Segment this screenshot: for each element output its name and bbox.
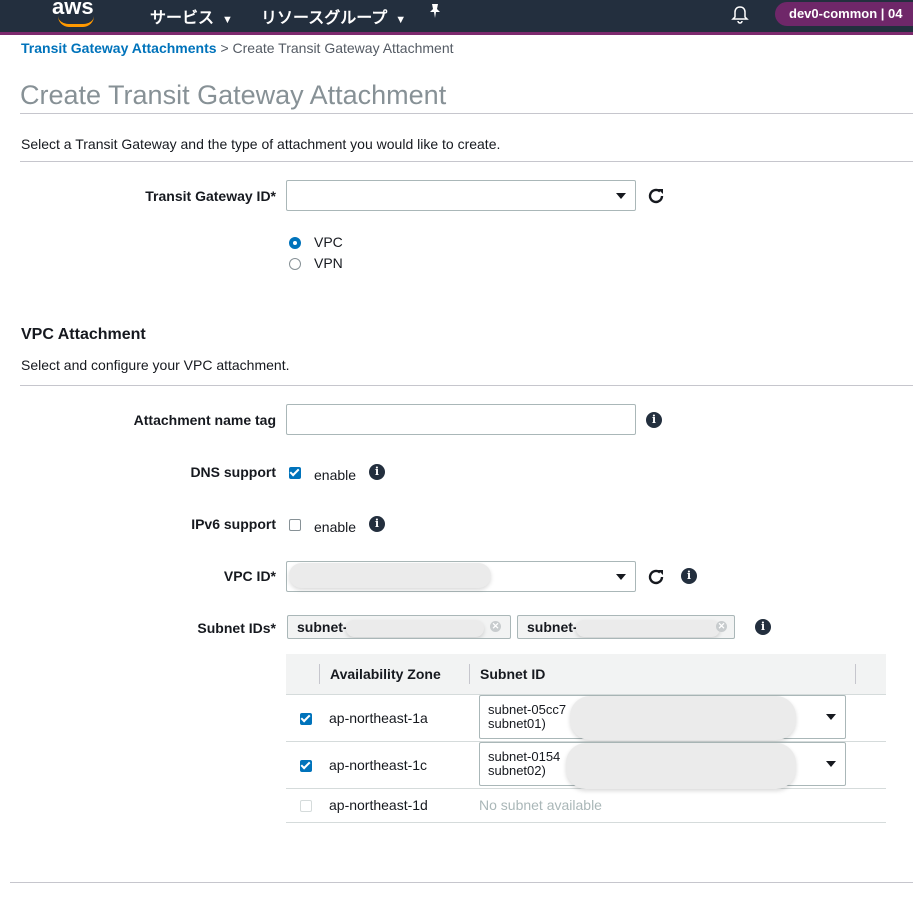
row-checkbox[interactable] <box>300 760 312 772</box>
availability-zone: ap-northeast-1a <box>329 710 428 726</box>
subnet-ids-label: Subnet IDs* <box>197 620 276 636</box>
ipv6-support-label: IPv6 support <box>191 516 276 532</box>
caret-down-icon <box>616 192 626 199</box>
caret-down-icon <box>826 714 836 720</box>
subnet-id-select[interactable]: subnet-0154 subnet02) <box>479 742 846 789</box>
attachment-type-vpc-radio[interactable] <box>289 237 301 249</box>
subnet-id-name: subnet02) <box>488 763 546 778</box>
column-header-availability-zone: Availability Zone <box>330 666 441 682</box>
divider <box>20 161 913 162</box>
breadcrumb: Transit Gateway Attachments > Create Tra… <box>21 40 454 56</box>
table-row: ap-northeast-1a subnet-05cc7- subnet01) <box>286 694 886 742</box>
info-icon[interactable]: i <box>646 412 662 428</box>
attachment-type-vpn-radio[interactable] <box>289 258 301 270</box>
aws-logo-smile <box>58 16 94 27</box>
dns-support-enable-label: enable <box>314 467 357 483</box>
dns-support-checkbox[interactable] <box>289 467 301 479</box>
caret-down-icon <box>616 573 626 580</box>
redacted-value <box>570 696 796 740</box>
attachment-type-vpn-label: VPN <box>314 255 343 271</box>
transit-gateway-id-label: Transit Gateway ID* <box>145 188 276 204</box>
transit-gateway-id-select[interactable] <box>286 180 636 211</box>
ipv6-support-enable-label: enable <box>314 519 357 535</box>
redacted-value <box>289 563 491 588</box>
attachment-name-tag-label: Attachment name tag <box>133 412 276 428</box>
subnet-id-name: subnet01) <box>488 716 546 731</box>
subnet-id-text: subnet-0154 <box>488 749 561 764</box>
subnet-token-label: subnet- <box>297 619 348 635</box>
close-icon[interactable]: ✕ <box>716 621 727 632</box>
refresh-icon[interactable] <box>646 186 666 206</box>
vpc-attachment-description: Select and configure your VPC attachment… <box>21 357 290 373</box>
redacted-value <box>576 620 720 637</box>
account-menu[interactable]: dev0-common | 04 <box>775 2 913 26</box>
breadcrumb-parent-link[interactable]: Transit Gateway Attachments <box>21 40 217 56</box>
pin-icon[interactable] <box>428 3 442 24</box>
no-subnet-text: No subnet available <box>479 797 602 813</box>
availability-zone: ap-northeast-1d <box>329 797 428 813</box>
chevron-down-icon: ▼ <box>222 14 233 26</box>
info-icon[interactable]: i <box>681 568 697 584</box>
row-checkbox <box>300 800 312 812</box>
attachment-name-tag-input[interactable] <box>286 404 636 435</box>
close-icon[interactable]: ✕ <box>490 621 501 632</box>
refresh-icon[interactable] <box>646 567 666 587</box>
redacted-value <box>566 743 796 789</box>
column-separator <box>319 664 320 684</box>
info-icon[interactable]: i <box>755 619 771 635</box>
footer-divider <box>10 882 913 883</box>
services-menu[interactable]: サービス ▼ <box>150 4 233 28</box>
services-menu-label: サービス <box>150 10 215 27</box>
table-row: ap-northeast-1c subnet-0154 subnet02) <box>286 741 886 789</box>
row-checkbox[interactable] <box>300 713 312 725</box>
table-row: ap-northeast-1d No subnet available <box>286 788 886 823</box>
column-header-subnet-id: Subnet ID <box>480 666 546 682</box>
vpc-attachment-heading: VPC Attachment <box>21 326 146 343</box>
top-navigation-bar: aws サービス ▼ リソースグループ ▼ dev0-common | 04 <box>0 0 913 35</box>
subnet-id-text: subnet-05cc7 <box>488 702 567 717</box>
info-icon[interactable]: i <box>369 516 385 532</box>
dns-support-label: DNS support <box>190 464 276 480</box>
subnet-table-header: Availability Zone Subnet ID <box>286 654 886 695</box>
info-icon[interactable]: i <box>369 464 385 480</box>
breadcrumb-current: Create Transit Gateway Attachment <box>232 40 454 56</box>
resource-groups-label: リソースグループ <box>261 10 388 27</box>
ipv6-support-checkbox[interactable] <box>289 519 301 531</box>
subnet-token[interactable]: subnet- ✕ <box>287 615 511 639</box>
chevron-down-icon: ▼ <box>395 14 407 26</box>
redacted-value <box>346 620 484 637</box>
column-separator <box>855 664 856 684</box>
subnet-token-label: subnet- <box>527 619 578 635</box>
attachment-type-vpc-label: VPC <box>314 234 343 250</box>
breadcrumb-separator: > <box>220 40 229 56</box>
availability-zone: ap-northeast-1c <box>329 757 428 773</box>
caret-down-icon <box>826 761 836 767</box>
vpc-id-select[interactable] <box>286 561 636 592</box>
column-separator <box>469 664 470 684</box>
subnet-id-select[interactable]: subnet-05cc7- subnet01) <box>479 695 846 740</box>
page-description: Select a Transit Gateway and the type of… <box>21 136 501 152</box>
resource-groups-menu[interactable]: リソースグループ ▼ <box>261 4 406 28</box>
vpc-id-label: VPC ID* <box>223 568 276 584</box>
subnet-token[interactable]: subnet- ✕ <box>517 615 735 639</box>
divider <box>20 113 913 114</box>
bell-icon[interactable] <box>731 5 749 25</box>
page-title: Create Transit Gateway Attachment <box>20 80 447 110</box>
divider <box>20 385 913 386</box>
